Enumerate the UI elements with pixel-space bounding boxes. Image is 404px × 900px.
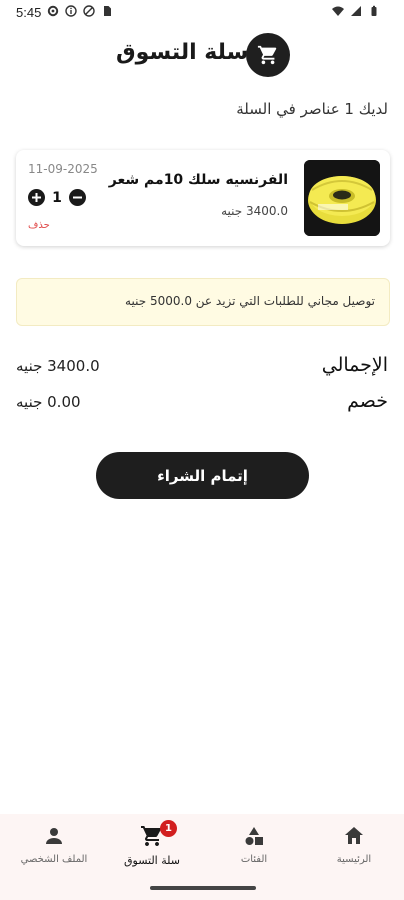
- product-image[interactable]: [304, 160, 380, 236]
- status-time: 5:45: [16, 5, 42, 20]
- quantity-stepper: 1: [28, 189, 86, 206]
- decrease-quantity-button[interactable]: [69, 189, 86, 206]
- info-circle-icon: [65, 5, 77, 17]
- discount-label: خصم: [347, 390, 388, 412]
- nav-label-cart: سلة التسوق: [123, 854, 180, 867]
- nav-item-categories[interactable]: الفئات: [204, 824, 304, 884]
- header: سلة التسوق: [0, 30, 404, 82]
- status-icons-right: [332, 5, 380, 17]
- nav-item-profile[interactable]: الملف الشخصي: [4, 824, 104, 884]
- total-label: الإجمالي: [321, 354, 388, 376]
- nav-label-profile: الملف الشخصي: [20, 854, 88, 865]
- checkout-button[interactable]: إتمام الشراء: [96, 452, 309, 499]
- battery-icon: [371, 5, 377, 16]
- status-icons-left: [47, 5, 113, 17]
- nav-item-cart[interactable]: 1 سلة التسوق: [102, 820, 202, 884]
- wifi-icon: [332, 6, 344, 16]
- total-value: 3400.0 جنيه: [16, 357, 100, 375]
- delete-item-button[interactable]: حذف: [28, 220, 50, 231]
- increase-quantity-button[interactable]: [28, 189, 45, 206]
- home-indicator: [150, 886, 256, 890]
- do-not-disturb-icon: [83, 5, 95, 17]
- nav-label-categories: الفئات: [240, 854, 268, 865]
- cart-item-card[interactable]: الفرنسيه سلك 10مم شعر 3400.0 جنيه 11-09-…: [16, 150, 390, 246]
- categories-icon: [245, 827, 263, 845]
- item-date: 11-09-2025: [28, 162, 98, 176]
- header-cart-button[interactable]: [246, 33, 290, 77]
- product-price: 3400.0 جنيه: [221, 204, 288, 218]
- product-name[interactable]: الفرنسيه سلك 10مم شعر: [109, 172, 288, 188]
- cart-count-badge: 1: [160, 820, 177, 837]
- home-icon: [345, 827, 363, 844]
- free-shipping-text: توصيل مجاني للطلبات التي تزيد عن 5000.0 …: [125, 294, 375, 308]
- settings-gear-icon: [47, 5, 59, 17]
- shopping-cart-icon: [257, 45, 277, 65]
- signal-icon: [351, 6, 361, 16]
- plus-icon: [32, 193, 41, 202]
- minus-icon: [73, 196, 82, 199]
- nav-label-home: الرئيسية: [336, 854, 372, 865]
- nav-item-home[interactable]: الرئيسية: [304, 824, 404, 884]
- status-bar: 5:45: [0, 0, 404, 26]
- items-count-text: لديك 1 عناصر في السلة: [236, 100, 388, 118]
- page-title: سلة التسوق: [116, 40, 249, 65]
- free-shipping-notice: توصيل مجاني للطلبات التي تزيد عن 5000.0 …: [16, 278, 390, 326]
- wire-coil-image: [304, 160, 380, 236]
- sim-card-icon: [104, 6, 111, 16]
- discount-value: 0.00 جنيه: [16, 393, 81, 411]
- quantity-value: 1: [52, 189, 62, 206]
- profile-icon: [46, 828, 62, 844]
